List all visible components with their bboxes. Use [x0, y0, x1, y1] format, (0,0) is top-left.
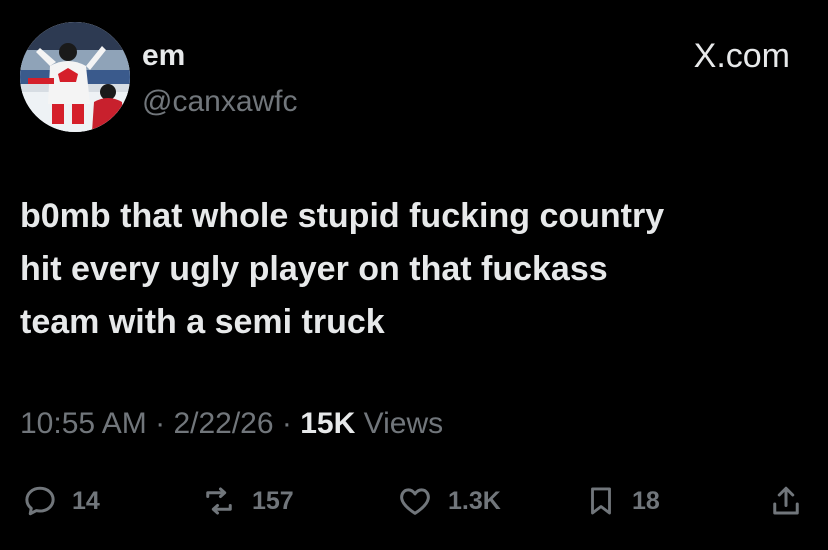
like-count: 1.3K: [448, 487, 501, 515]
tweet-text-line: team with a semi truck: [20, 303, 385, 341]
author-handle[interactable]: @canxawfc: [142, 82, 298, 122]
views-label: Views: [363, 407, 444, 440]
avatar[interactable]: [20, 22, 130, 132]
author-display-name[interactable]: em: [142, 36, 185, 76]
bookmark-icon: [591, 487, 611, 515]
share-icon: [773, 486, 799, 515]
avatar-image: [20, 22, 130, 132]
heart-icon: [400, 488, 430, 515]
repost-count: 157: [252, 487, 294, 515]
tweet-meta: 10:55 AM · 2/22/26 · 15K Views: [20, 404, 443, 444]
share-button[interactable]: [768, 478, 804, 524]
tweet-date[interactable]: 2/22/26: [173, 407, 273, 440]
x-com-watermark: X.com: [693, 37, 790, 75]
repost-icon: [206, 487, 232, 515]
views-count: 15K: [300, 407, 356, 440]
bookmark-button[interactable]: 18: [584, 478, 660, 524]
tweet-text-line: hit every ugly player on that fuckass: [20, 250, 608, 288]
like-button[interactable]: 1.3K: [396, 478, 501, 524]
action-bar: 14 157 1.3K 18: [0, 478, 828, 524]
reply-count: 14: [72, 487, 100, 515]
meta-separator: ·: [281, 407, 292, 440]
tweet-time[interactable]: 10:55 AM: [20, 407, 147, 440]
tweet-text-line: b0mb that whole stupid fucking country: [20, 197, 665, 235]
reply-button[interactable]: 14: [22, 478, 100, 524]
tweet-text: b0mb that whole stupid fucking country h…: [20, 190, 810, 349]
repost-button[interactable]: 157: [200, 478, 294, 524]
bookmark-count: 18: [632, 487, 660, 515]
meta-separator: ·: [155, 407, 166, 440]
reply-icon: [25, 486, 55, 516]
